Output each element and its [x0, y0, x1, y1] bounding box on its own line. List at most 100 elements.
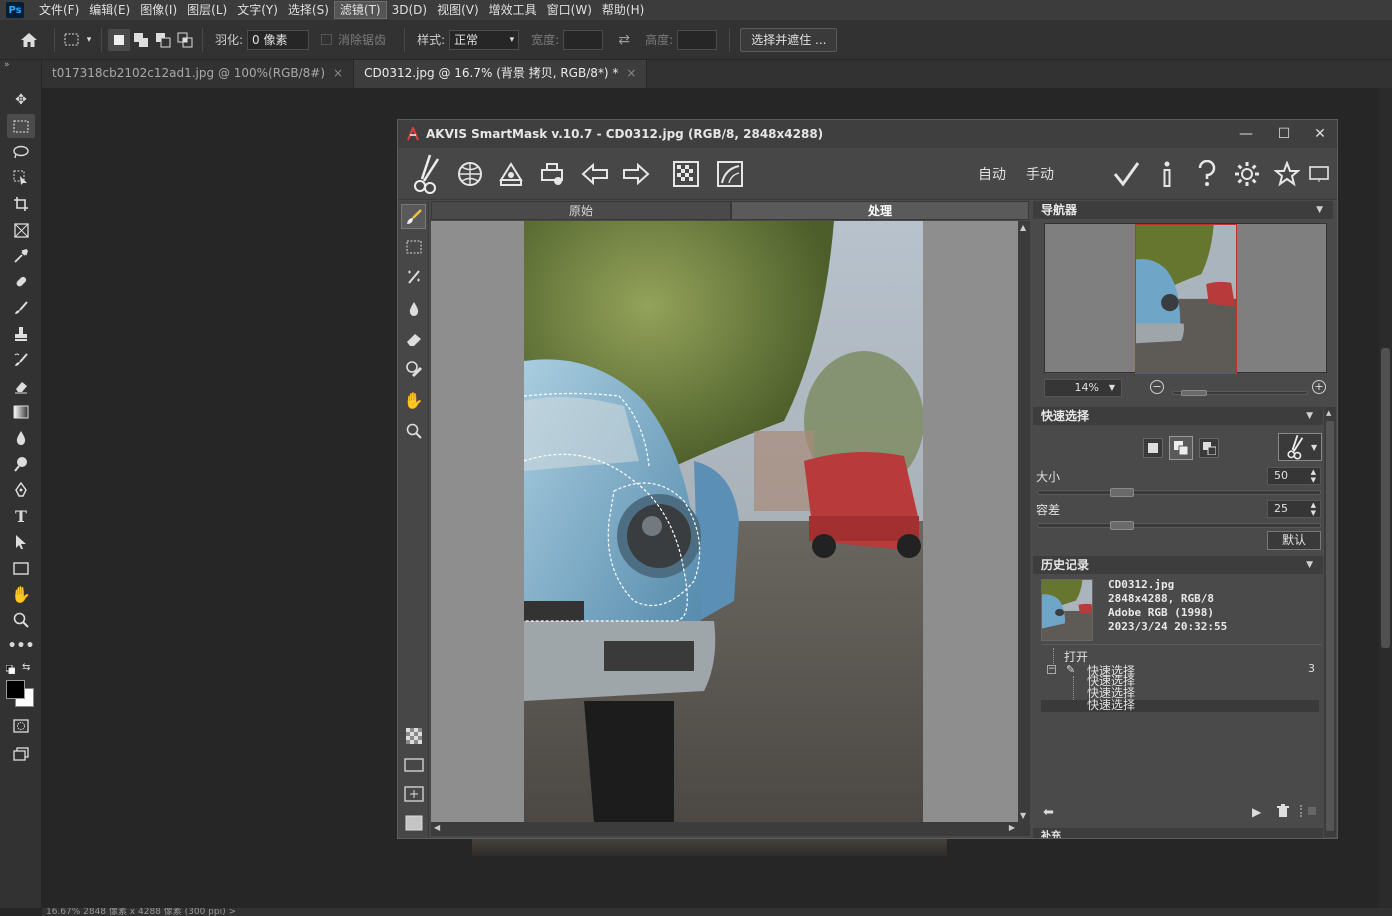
display-mode-icon[interactable] — [1305, 158, 1333, 190]
zoom-out-icon[interactable]: − — [1150, 380, 1164, 394]
image-horizontal-scrollbar[interactable]: ◀ ▶ — [431, 822, 1018, 836]
navigator-zoom-slider[interactable] — [1172, 390, 1308, 396]
image-canvas-area[interactable] — [431, 221, 1018, 822]
healing-brush-tool-icon[interactable] — [7, 270, 35, 294]
dodge-tool-icon[interactable] — [7, 452, 35, 476]
help-icon[interactable] — [1191, 158, 1223, 190]
type-tool-icon[interactable]: T — [7, 504, 35, 528]
navigator-panel-header[interactable]: 导航器 ▼ — [1033, 201, 1333, 219]
collapse-tree-icon[interactable]: − — [1047, 665, 1056, 674]
history-option-icon[interactable] — [1308, 807, 1316, 815]
rect-marquee-preset-icon[interactable] — [61, 29, 83, 51]
image-vertical-scrollbar[interactable]: ▲ ▼ — [1018, 221, 1030, 822]
menu-item[interactable]: 窗口(W) — [542, 1, 597, 19]
zoom-tool-icon[interactable] — [401, 418, 426, 443]
stepper-icon[interactable]: ▲ ▼ — [1311, 501, 1316, 517]
navigator-thumbnail[interactable] — [1135, 224, 1237, 374]
lasso-tool-icon[interactable] — [7, 140, 35, 164]
crop-tool-icon[interactable] — [7, 192, 35, 216]
quick-select-brush-icon[interactable] — [401, 204, 426, 229]
pen-tool-icon[interactable] — [7, 478, 35, 502]
move-tool-icon[interactable]: ✥ — [7, 88, 35, 112]
size-input[interactable]: 50 ▲ ▼ — [1267, 467, 1321, 485]
object-select-tool-icon[interactable] — [7, 166, 35, 190]
width-input[interactable] — [563, 29, 604, 50]
stepper-icon[interactable]: ▲ ▼ — [1311, 468, 1316, 484]
default-button[interactable]: 默认 — [1267, 531, 1321, 550]
history-play-icon[interactable]: ▶ — [1252, 805, 1261, 819]
menu-item[interactable]: 帮助(H) — [597, 1, 649, 19]
print-image-icon[interactable] — [536, 158, 568, 190]
eraser-tool-icon[interactable] — [401, 326, 426, 351]
background-white-icon[interactable] — [401, 752, 426, 777]
drop-tool-icon[interactable] — [401, 296, 426, 321]
menu-item[interactable]: 文件(F) — [34, 1, 84, 19]
background-transparency-icon[interactable] — [401, 723, 426, 748]
scrollbar-thumb[interactable] — [1381, 348, 1390, 648]
quick-select-tool-dropdown[interactable]: ▼ — [1278, 433, 1322, 461]
brush-tool-icon[interactable] — [7, 296, 35, 320]
tab-document-2[interactable]: CD0312.jpg @ 16.7% (背景 拷贝, RGB/8*) * × — [354, 60, 648, 88]
selection-mode-subtract-icon[interactable] — [1199, 438, 1219, 458]
slider-knob[interactable] — [1181, 390, 1207, 396]
tab-processed[interactable]: 处理 — [731, 201, 1029, 220]
collapse-arrow-icon[interactable]: ▼ — [1316, 201, 1323, 219]
quick-mask-icon[interactable] — [7, 714, 35, 738]
hand-tool-icon[interactable]: ✋ — [401, 388, 426, 413]
subtract-selection-icon[interactable] — [152, 29, 174, 51]
expand-toolbox-icon[interactable]: » — [4, 60, 10, 70]
save-image-icon[interactable] — [495, 158, 527, 190]
panel-scrollbar[interactable]: ▲ — [1324, 407, 1336, 837]
history-panel-header[interactable]: 历史记录 ▼ — [1033, 556, 1323, 574]
zoom-in-icon[interactable]: + — [1312, 380, 1326, 394]
select-and-mask-button[interactable]: 选择并遮住 ... — [740, 27, 838, 52]
height-input[interactable] — [677, 29, 718, 50]
bottom-panel-header[interactable]: 补充 — [1033, 828, 1323, 838]
hand-tool-icon[interactable]: ✋ — [7, 582, 35, 606]
presets-star-icon[interactable] — [1271, 158, 1303, 190]
zoom-tool-icon[interactable] — [7, 608, 35, 632]
slider-knob[interactable] — [1110, 521, 1134, 530]
gradient-tool-icon[interactable] — [7, 400, 35, 424]
tolerance-slider[interactable] — [1037, 521, 1321, 530]
chevron-down-icon[interactable]: ▾ — [83, 29, 95, 51]
eraser-tool-icon[interactable] — [7, 374, 35, 398]
default-colors-icon[interactable] — [5, 663, 16, 675]
scroll-up-icon[interactable]: ▲ — [1326, 409, 1331, 417]
blur-tool-icon[interactable] — [7, 426, 35, 450]
open-image-icon[interactable] — [454, 158, 486, 190]
transparency-grid-icon[interactable] — [670, 158, 702, 190]
intersect-selection-icon[interactable] — [174, 29, 196, 51]
menu-item[interactable]: 视图(V) — [432, 1, 484, 19]
undo-arrow-icon[interactable] — [579, 158, 611, 190]
screen-mode-icon[interactable] — [7, 742, 35, 766]
quick-select-panel-header[interactable]: 快速选择 ▼ — [1033, 407, 1323, 425]
navigator-zoom-select[interactable]: 14% ▼ — [1044, 379, 1122, 397]
path-select-tool-icon[interactable] — [7, 530, 35, 554]
add-selection-icon[interactable] — [130, 29, 152, 51]
slider-knob[interactable] — [1110, 488, 1134, 497]
history-brush-tool-icon[interactable] — [7, 348, 35, 372]
history-back-arrow-icon[interactable]: ⬅ — [1043, 805, 1054, 820]
background-color-icon[interactable] — [401, 810, 426, 835]
mode-auto-button[interactable]: 自动 — [978, 164, 1006, 184]
selection-mode-new-icon[interactable] — [1143, 438, 1163, 458]
menu-item[interactable]: 增效工具 — [484, 1, 542, 19]
scroll-down-icon[interactable]: ▼ — [1020, 811, 1026, 820]
tolerance-input[interactable]: 25 ▲ ▼ — [1267, 500, 1321, 518]
swap-icon[interactable]: ⇄ — [613, 29, 635, 51]
info-icon[interactable] — [1151, 158, 1183, 190]
apply-checkmark-icon[interactable] — [1110, 158, 1142, 190]
home-icon[interactable] — [18, 29, 40, 51]
menu-item[interactable]: 滤镜(T) — [333, 1, 387, 19]
rect-selection-icon[interactable] — [401, 234, 426, 259]
menu-item[interactable]: 图层(L) — [182, 1, 232, 19]
style-select[interactable]: 正常 ▾ — [449, 29, 520, 50]
menu-item[interactable]: 选择(S) — [283, 1, 334, 19]
scroll-left-icon[interactable]: ◀ — [434, 823, 440, 832]
more-tools-icon[interactable]: ••• — [7, 634, 35, 658]
navigator-preview[interactable] — [1044, 223, 1327, 374]
magic-brush-icon[interactable] — [401, 264, 426, 289]
history-sub-item[interactable]: 快速选择 — [1087, 699, 1135, 711]
swap-colors-icon[interactable]: ⇆ — [22, 662, 30, 673]
